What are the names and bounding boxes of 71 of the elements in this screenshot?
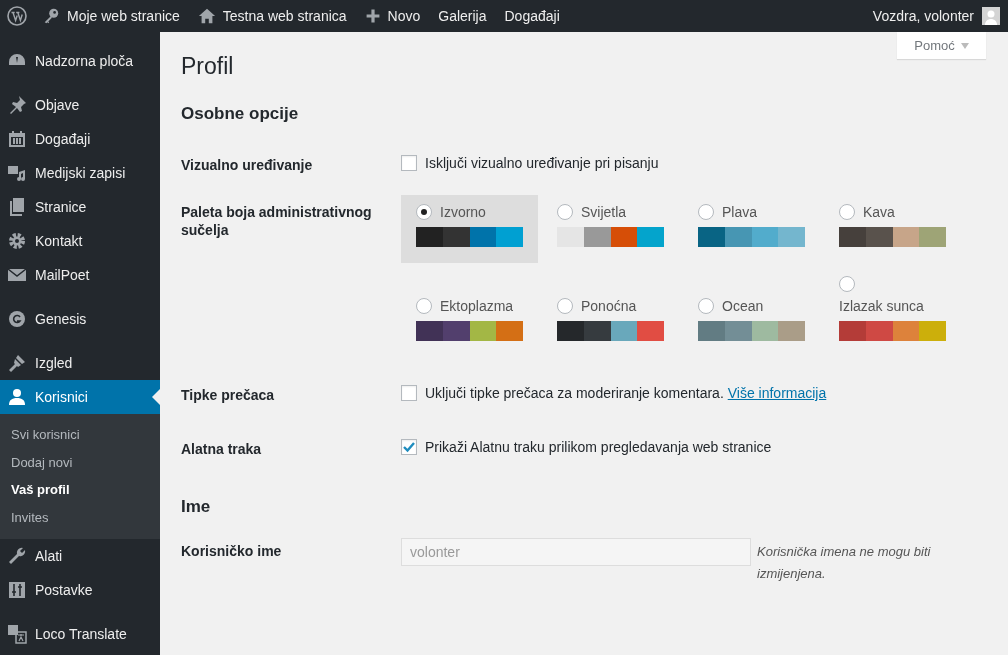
scheme-name: Ektoplazma	[440, 298, 514, 314]
account-link[interactable]: Vozdra, volonter	[863, 0, 974, 32]
radio-button[interactable]	[698, 298, 714, 314]
page-title: Profil	[181, 52, 235, 81]
toolbar-link[interactable]: Moje web stranice	[33, 0, 189, 32]
menu-item[interactable]: Alati	[0, 539, 160, 573]
section-heading: Osobne opcije	[181, 103, 300, 125]
user-icon	[7, 387, 27, 407]
avatar-icon[interactable]	[982, 7, 1000, 25]
checkbox[interactable]	[401, 155, 417, 171]
toolbar-link[interactable]: Novo	[355, 0, 430, 32]
menu-item[interactable]: Medijski zapisi	[0, 156, 160, 190]
field-label: Alatna traka	[181, 440, 263, 458]
brush-icon	[7, 353, 27, 373]
menu-item[interactable]: Kontakt	[0, 224, 160, 258]
menu-item[interactable]: Objave	[0, 88, 160, 122]
gear-icon	[7, 231, 27, 251]
menu-item[interactable]: Izgled	[0, 346, 160, 380]
menu-item[interactable]: Nadzorna ploča	[0, 44, 160, 78]
submenu-item[interactable]: Dodaj novi	[0, 448, 160, 476]
calendar-icon	[7, 129, 27, 149]
media-icon	[7, 163, 27, 183]
checkbox[interactable]	[401, 439, 417, 455]
more-info-link[interactable]: Više informacija	[727, 385, 827, 401]
checkbox-label: Isključi vizualno uređivanje pri pisanju	[425, 155, 659, 171]
radio-button[interactable]	[557, 298, 573, 314]
menu-item[interactable]: Stranice	[0, 190, 160, 224]
menu-item[interactable]: Postavke	[0, 573, 160, 607]
checkbox-label: Uključi tipke prečaca za moderiranje komentara. Više informacija	[425, 385, 827, 401]
submenu-item[interactable]: Svi korisnici	[0, 421, 160, 449]
toolbar-link[interactable]: Testna web stranica	[188, 0, 356, 32]
menu-item[interactable]: Genesis	[0, 302, 160, 336]
letter-circle-icon	[7, 309, 27, 329]
scheme-name: Izlazak sunca	[839, 298, 925, 314]
menu-item[interactable]: Događaji	[0, 122, 160, 156]
scheme-name: Svijetla	[581, 204, 627, 220]
scheme-name: Ponoćna	[581, 298, 637, 314]
field-label: Tipke prečaca	[181, 386, 276, 404]
toolbar-link[interactable]: Galerija	[429, 0, 496, 32]
radio-button[interactable]	[416, 204, 432, 220]
wrench-icon	[7, 546, 27, 566]
field-description: Korisnička imena ne mogu biti izmijenjena.	[757, 543, 932, 583]
help-button[interactable]: Pomoć	[897, 32, 986, 59]
translate-icon	[7, 624, 27, 644]
radio-button[interactable]	[557, 204, 573, 220]
plus-icon	[364, 8, 381, 24]
toolbar-link[interactable]: Događaji	[495, 0, 569, 32]
menu-item[interactable]: Korisnici	[0, 380, 160, 414]
pages-icon	[7, 197, 27, 217]
menu-item[interactable]: Loco Translate	[0, 617, 160, 651]
key-icon	[42, 7, 60, 25]
radio-button[interactable]	[698, 204, 714, 220]
field-label: Paleta boja administrativnog sučelja	[181, 203, 373, 240]
radio-button[interactable]	[416, 298, 432, 314]
submenu-item[interactable]: Vaš profil	[0, 476, 160, 504]
scheme-name: Plava	[722, 204, 758, 220]
home-icon	[197, 7, 216, 25]
sliders-icon	[7, 580, 27, 600]
scheme-name: Ocean	[722, 298, 764, 314]
field-label: Korisničko ime	[181, 542, 283, 561]
field-label: Vizualno uređivanje	[181, 156, 314, 174]
section-heading: Ime	[181, 496, 212, 518]
wordpress-logo-icon[interactable]	[7, 6, 27, 26]
menu-item[interactable]: MailPoet	[0, 258, 160, 292]
scheme-name: Izvorno	[440, 204, 486, 220]
checkbox-label: Prikaži Alatnu traku prilikom pregledavanja web stranice	[425, 439, 772, 455]
checkbox[interactable]	[401, 385, 417, 401]
scheme-name: Kava	[863, 204, 895, 220]
submenu-item[interactable]: Invites	[0, 503, 160, 531]
radio-button[interactable]	[839, 276, 855, 292]
radio-button[interactable]	[839, 204, 855, 220]
